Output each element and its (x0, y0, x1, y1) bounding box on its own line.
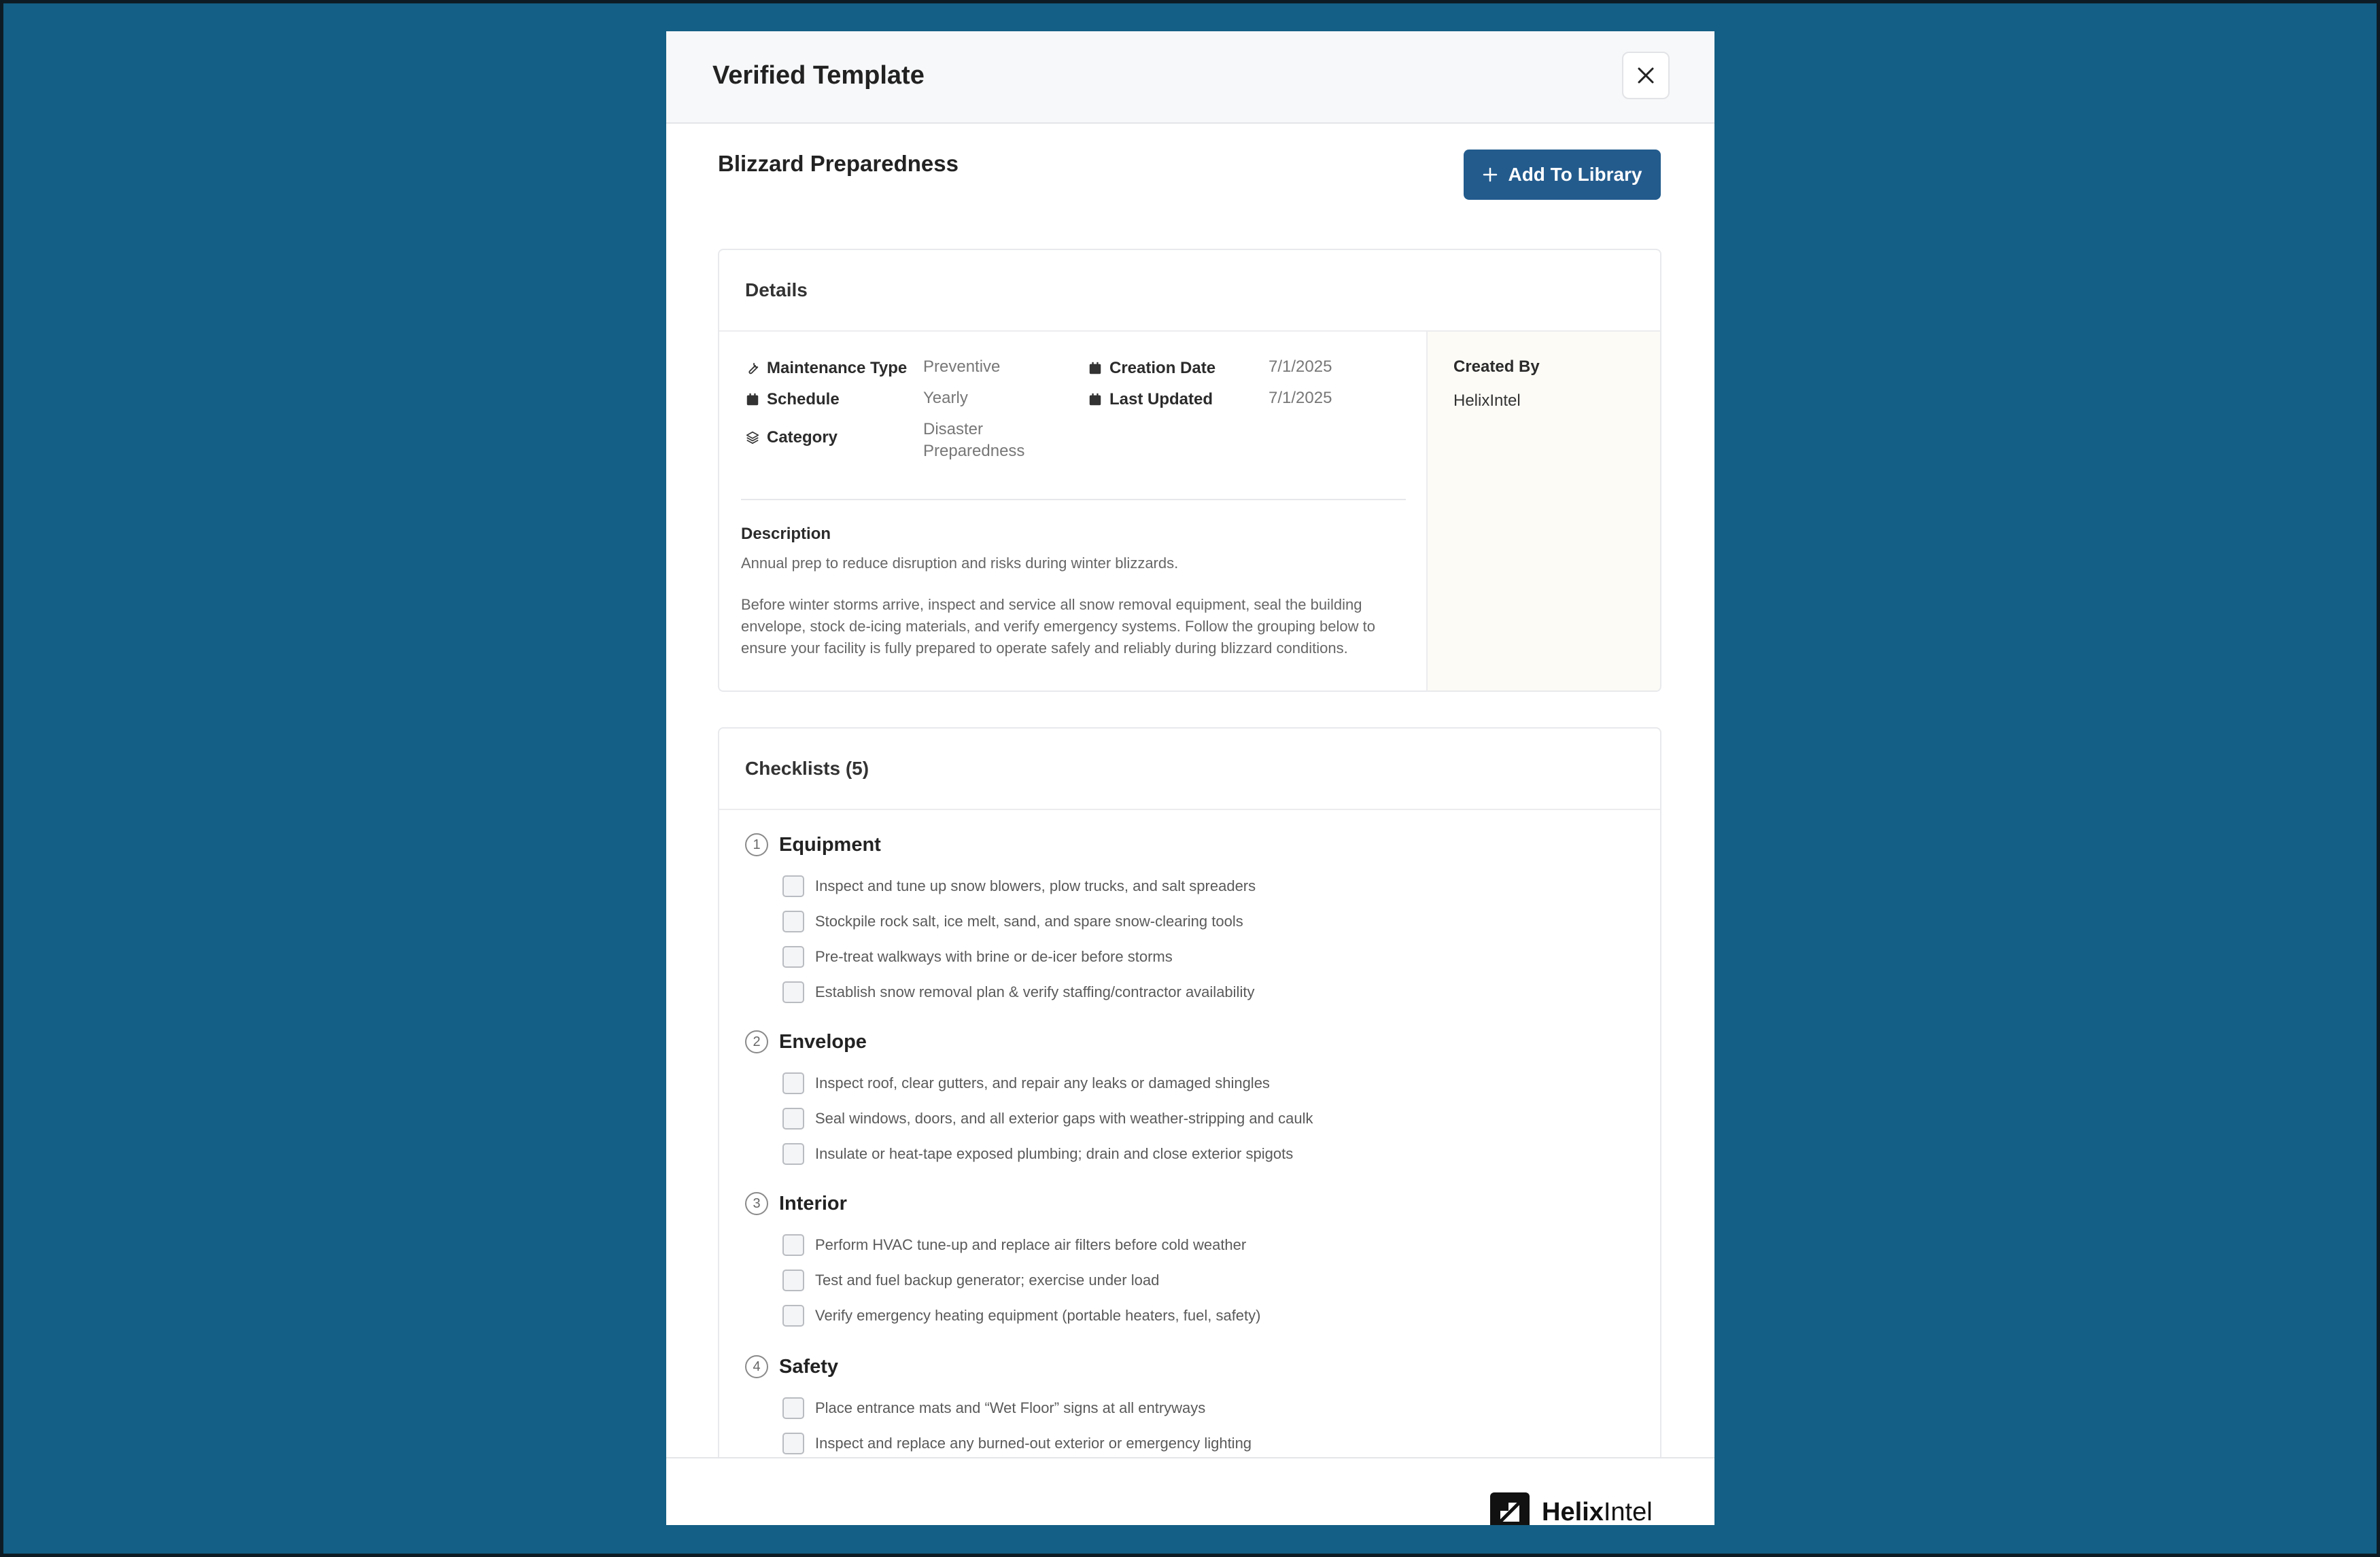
wrench-icon (748, 362, 759, 374)
layers-icon (746, 431, 759, 444)
group-title: Equipment (779, 833, 881, 856)
list-item: Inspect roof, clear gutters, and repair … (782, 1066, 1313, 1101)
details-card: Details Maintenance Type Preventive Sche… (718, 249, 1661, 692)
add-to-library-button[interactable]: Add To Library (1464, 150, 1661, 200)
verified-template-modal: Verified Template Blizzard Preparedness … (666, 31, 1714, 1525)
calendar-icon (1089, 362, 1101, 374)
modal-title: Verified Template (712, 61, 925, 90)
list-item: Seal windows, doors, and all exterior ga… (782, 1101, 1313, 1136)
item-text: Seal windows, doors, and all exterior ga… (815, 1110, 1313, 1127)
details-divider (741, 499, 1406, 500)
group-title: Envelope (779, 1030, 867, 1053)
group-number: 3 (745, 1192, 768, 1215)
schedule-row: Schedule (745, 390, 840, 409)
checklist-group-safety: 4 Safety Place entrance mats and “Wet Fl… (745, 1355, 1252, 1457)
item-text: Inspect roof, clear gutters, and repair … (815, 1074, 1270, 1091)
add-to-library-label: Add To Library (1508, 164, 1642, 185)
template-name: Blizzard Preparedness (718, 151, 959, 176)
item-checkbox[interactable] (782, 1072, 804, 1094)
calendar-icon (746, 393, 759, 406)
group-title: Safety (779, 1355, 839, 1378)
logo-light-text: Intel (1603, 1497, 1653, 1526)
schedule-value: Yearly (923, 389, 968, 407)
created-by-panel: Created By HelixIntel (1426, 332, 1660, 690)
list-item: Perform HVAC tune-up and replace air fil… (782, 1227, 1260, 1263)
checklist-group-envelope: 2 Envelope Inspect roof, clear gutters, … (745, 1030, 1313, 1172)
created-by-label: Created By (1453, 357, 1540, 376)
description-long: Before winter storms arrive, inspect and… (741, 596, 1376, 657)
close-icon (1638, 67, 1654, 84)
list-item: Test and fuel backup generator; exercise… (782, 1263, 1260, 1298)
item-checkbox[interactable] (782, 1270, 804, 1291)
maintenance-type-row: Maintenance Type (745, 359, 907, 378)
list-item: Inspect and tune up snow blowers, plow t… (782, 869, 1256, 904)
close-button[interactable] (1622, 52, 1670, 99)
list-item: Place entrance mats and “Wet Floor” sign… (782, 1390, 1252, 1426)
checklist-group-equipment: 1 Equipment Inspect and tune up snow blo… (745, 833, 1256, 1010)
item-text: Insulate or heat-tape exposed plumbing; … (815, 1145, 1294, 1162)
group-title: Interior (779, 1192, 847, 1214)
modal-header: Verified Template (666, 31, 1714, 124)
plus-icon (1483, 167, 1498, 182)
details-fields: Maintenance Type Preventive Schedule Yea… (719, 332, 1426, 690)
description-title: Description (741, 525, 831, 543)
details-header: Details (719, 250, 1660, 332)
item-checkbox[interactable] (782, 946, 804, 968)
created-by-value: HelixIntel (1453, 391, 1521, 410)
creation-date-row: Creation Date (1088, 359, 1215, 378)
item-checkbox[interactable] (782, 911, 804, 932)
item-checkbox[interactable] (782, 1108, 804, 1130)
list-item: Stockpile rock salt, ice melt, sand, and… (782, 904, 1256, 939)
last-updated-row: Last Updated (1088, 390, 1213, 409)
list-item: Inspect and replace any burned-out exter… (782, 1426, 1252, 1457)
item-checkbox[interactable] (782, 1234, 804, 1256)
checklists-header: Checklists (5) (719, 729, 1660, 810)
item-text: Perform HVAC tune-up and replace air fil… (815, 1236, 1247, 1253)
category-value-line1: Disaster (923, 420, 984, 438)
maintenance-type-label: Maintenance Type (767, 359, 908, 377)
category-value-line2: Preparedness (923, 442, 1025, 460)
item-text: Pre-treat walkways with brine or de-icer… (815, 948, 1173, 965)
item-text: Place entrance mats and “Wet Floor” sign… (815, 1399, 1206, 1416)
creation-date-value: 7/1/2025 (1269, 357, 1332, 376)
item-checkbox[interactable] (782, 1305, 804, 1327)
last-updated-value: 7/1/2025 (1269, 389, 1332, 407)
list-item: Insulate or heat-tape exposed plumbing; … (782, 1136, 1313, 1172)
group-number: 1 (745, 833, 768, 856)
item-text: Test and fuel backup generator; exercise… (815, 1272, 1160, 1289)
helixintel-logo-text: HelixIntel (1542, 1498, 1653, 1526)
checklists-card: Checklists (5) 1 Equipment Inspect and t… (718, 727, 1661, 1457)
list-item: Verify emergency heating equipment (port… (782, 1298, 1260, 1333)
last-updated-label: Last Updated (1109, 390, 1213, 408)
category-row: Category (745, 428, 838, 447)
item-checkbox[interactable] (782, 875, 804, 897)
checklist-group-interior: 3 Interior Perform HVAC tune-up and repl… (745, 1192, 1260, 1333)
item-text: Establish snow removal plan & verify sta… (815, 983, 1255, 1000)
helixintel-logo-icon (1490, 1492, 1530, 1525)
item-text: Inspect and replace any burned-out exter… (815, 1435, 1252, 1452)
modal-body: Blizzard Preparedness Add To Library Det… (666, 124, 1714, 1457)
item-checkbox[interactable] (782, 1433, 804, 1454)
item-text: Verify emergency heating equipment (port… (815, 1307, 1261, 1324)
calendar-icon (1089, 393, 1101, 406)
item-text: Stockpile rock salt, ice melt, sand, and… (815, 913, 1243, 930)
category-label: Category (767, 428, 838, 447)
group-number: 4 (745, 1355, 768, 1378)
list-item: Establish snow removal plan & verify sta… (782, 975, 1256, 1010)
maintenance-type-value: Preventive (923, 357, 1001, 376)
logo-bold-text: Helix (1542, 1497, 1604, 1526)
creation-date-label: Creation Date (1109, 359, 1216, 377)
item-checkbox[interactable] (782, 1397, 804, 1419)
category-value: Disaster Preparedness (923, 419, 1024, 462)
description-short: Annual prep to reduce disruption and ris… (741, 555, 1179, 572)
modal-footer: HelixIntel (666, 1457, 1714, 1525)
item-text: Inspect and tune up snow blowers, plow t… (815, 877, 1256, 894)
group-number: 2 (745, 1030, 768, 1053)
item-checkbox[interactable] (782, 1143, 804, 1165)
item-checkbox[interactable] (782, 981, 804, 1003)
helixintel-logo: HelixIntel (1490, 1492, 1653, 1525)
schedule-label: Schedule (767, 390, 840, 408)
list-item: Pre-treat walkways with brine or de-icer… (782, 939, 1256, 975)
